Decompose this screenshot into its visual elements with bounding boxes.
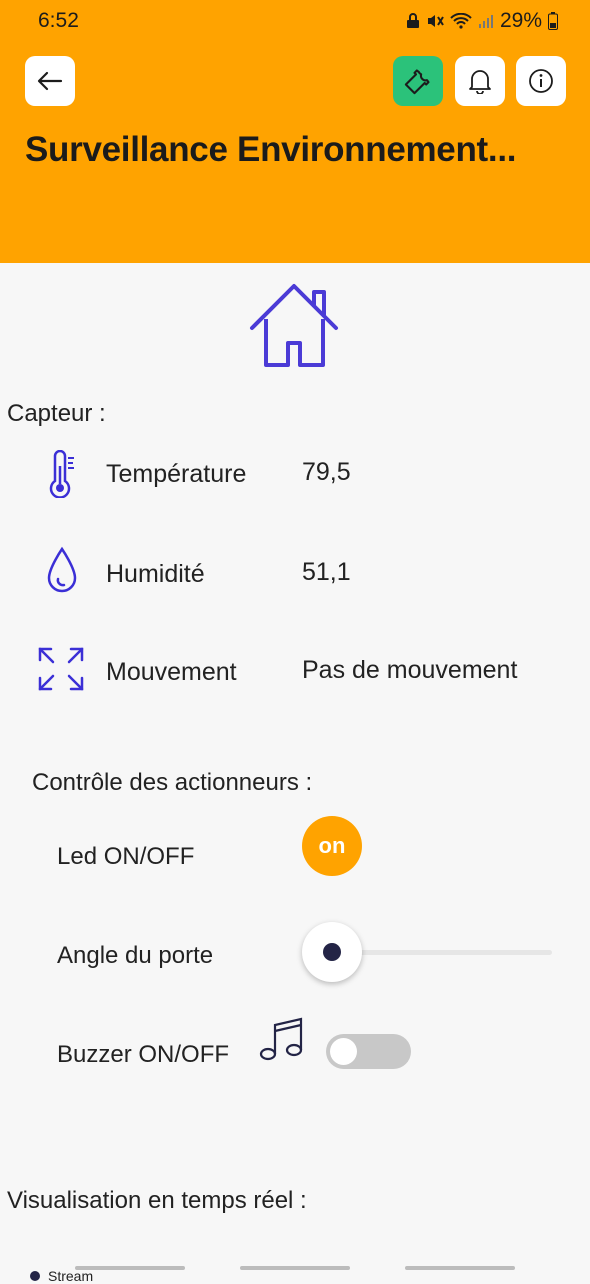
stream-legend-label: Stream (48, 1268, 94, 1284)
wifi-icon (450, 13, 472, 29)
app-header: 6:52 29% Surveillance Environnement... (0, 0, 590, 263)
settings-button[interactable] (393, 56, 443, 106)
led-label: Led ON/OFF (57, 843, 195, 870)
sensor-label-temperature: Température (106, 460, 247, 488)
back-button[interactable] (25, 56, 75, 106)
droplet-icon (47, 546, 77, 593)
battery-percent: 29% (499, 9, 542, 32)
sensor-value-temperature: 79,5 (302, 458, 351, 486)
arrow-left-icon (37, 71, 63, 91)
visualisation-heading: Visualisation en temps réel : (7, 1187, 307, 1214)
door-angle-slider-track[interactable] (330, 950, 552, 955)
status-time: 6:52 (38, 9, 79, 32)
led-toggle-button[interactable]: on (302, 816, 362, 876)
notifications-button[interactable] (455, 56, 505, 106)
info-button[interactable] (516, 56, 566, 106)
info-icon (529, 69, 553, 93)
chart-tab-indicator-2[interactable] (240, 1266, 350, 1270)
actuators-heading: Contrôle des actionneurs : (32, 769, 313, 796)
door-angle-label: Angle du porte (57, 942, 214, 969)
status-icons: 29% (406, 9, 558, 33)
buzzer-toggle[interactable] (326, 1034, 411, 1069)
buzzer-label: Buzzer ON/OFF (57, 1041, 230, 1068)
house-icon (250, 284, 338, 367)
expand-arrows-icon (38, 647, 84, 691)
signal-icon (478, 15, 493, 28)
buzzer-toggle-knob (330, 1038, 357, 1065)
stream-legend: Stream (30, 1268, 93, 1284)
wrench-icon (404, 69, 430, 95)
bell-icon (469, 70, 491, 94)
chart-tab-indicator-3[interactable] (405, 1266, 515, 1270)
thermometer-icon (49, 450, 74, 498)
sensors-heading: Capteur : (7, 400, 106, 427)
status-bar: 6:52 29% (0, 0, 590, 46)
music-note-icon (259, 1017, 303, 1061)
door-angle-slider-thumb[interactable] (302, 922, 362, 982)
mute-icon (427, 15, 444, 27)
lock-icon (406, 13, 419, 28)
sensor-label-movement: Mouvement (106, 658, 237, 686)
sensor-value-humidity: 51,1 (302, 558, 351, 586)
battery-icon (548, 12, 558, 30)
page-title: Surveillance Environnement... (25, 130, 517, 169)
sensor-label-humidity: Humidité (106, 560, 205, 588)
sensor-value-movement: Pas de mouvement (302, 656, 518, 684)
slider-dot (323, 943, 341, 961)
